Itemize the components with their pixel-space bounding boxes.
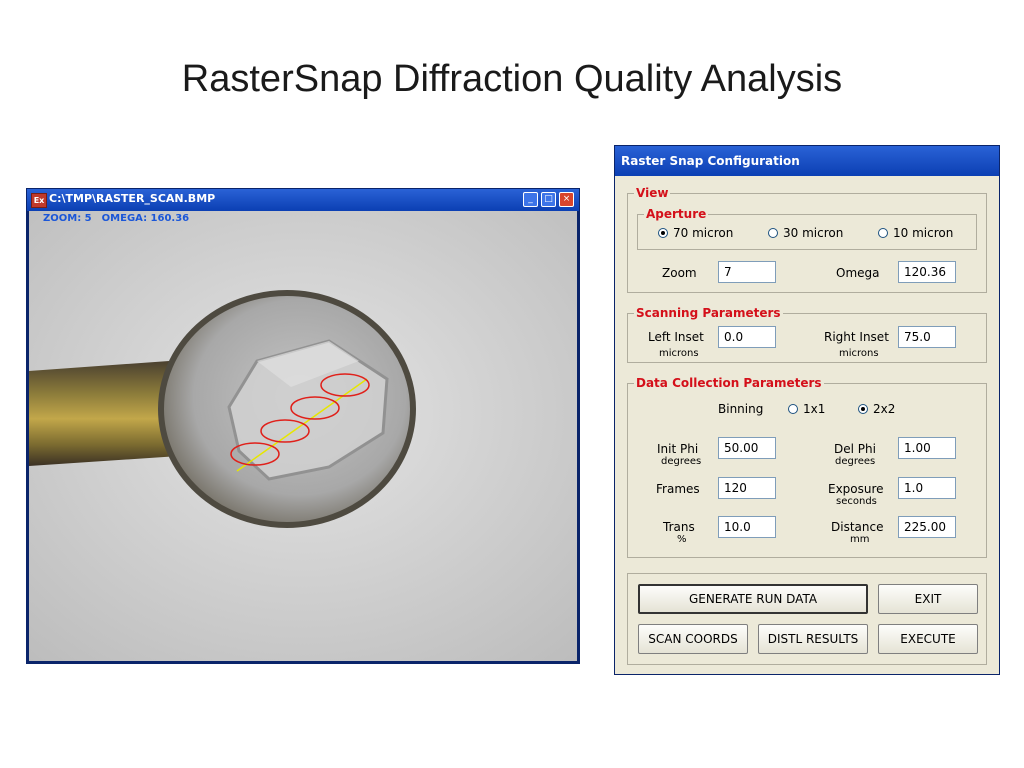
actions-group: GENERATE RUN DATA EXIT SCAN COORDS DISTL…	[627, 573, 987, 665]
radio-icon	[788, 404, 798, 414]
scanning-group-label: Scanning Parameters	[634, 306, 783, 320]
config-title: Raster Snap Configuration	[621, 154, 800, 168]
close-button[interactable]: ×	[559, 192, 574, 207]
aperture-70-radio[interactable]: 70 micron	[658, 226, 733, 240]
radio-icon	[878, 228, 888, 238]
omega-readout: OMEGA: 160.36	[101, 213, 190, 224]
trans-field[interactable]	[718, 516, 776, 538]
scan-coords-button[interactable]: SCAN COORDS	[638, 624, 748, 654]
aperture-group-label: Aperture	[644, 207, 709, 221]
config-titlebar[interactable]: Raster Snap Configuration	[615, 146, 999, 176]
aperture-group: Aperture 70 micron 30 micron 10 micron	[637, 207, 977, 250]
image-window-titlebar[interactable]: Ex C:\TMP\RASTER_SCAN.BMP _ □ ×	[27, 189, 579, 211]
scanning-group: Scanning Parameters Left Inset microns R…	[627, 306, 987, 363]
left-inset-unit: microns	[659, 348, 699, 359]
radio-selected-icon	[658, 228, 668, 238]
exposure-field[interactable]	[898, 477, 956, 499]
del-phi-unit: degrees	[835, 456, 876, 467]
aperture-10-label: 10 micron	[893, 226, 954, 240]
exposure-unit: seconds	[836, 496, 877, 507]
zoom-field[interactable]	[718, 261, 776, 283]
right-inset-unit: microns	[839, 348, 879, 359]
frames-label: Frames	[656, 482, 700, 496]
exposure-label: Exposure	[828, 482, 884, 496]
binning-1x1-label: 1x1	[803, 402, 826, 416]
view-group-label: View	[634, 186, 671, 200]
zoom-readout: ZOOM: 5	[43, 213, 92, 224]
data-collection-group-label: Data Collection Parameters	[634, 376, 824, 390]
distance-label: Distance	[831, 520, 884, 534]
init-phi-field[interactable]	[718, 437, 776, 459]
trans-unit: %	[677, 534, 687, 545]
left-inset-label: Left Inset	[648, 330, 704, 344]
slide-title: RasterSnap Diffraction Quality Analysis	[181, 58, 843, 100]
left-inset-field[interactable]	[718, 326, 776, 348]
aperture-70-label: 70 micron	[673, 226, 734, 240]
raster-snap-config-dialog: Raster Snap Configuration View Aperture …	[614, 145, 1000, 675]
del-phi-label: Del Phi	[834, 442, 876, 456]
image-window: Ex C:\TMP\RASTER_SCAN.BMP _ □ × ZOOM: 5 …	[26, 188, 580, 664]
binning-2x2-label: 2x2	[873, 402, 896, 416]
del-phi-field[interactable]	[898, 437, 956, 459]
aperture-30-label: 30 micron	[783, 226, 844, 240]
omega-label: Omega	[836, 266, 880, 280]
init-phi-label: Init Phi	[657, 442, 699, 456]
zoom-label: Zoom	[662, 266, 697, 280]
distl-results-button[interactable]: DISTL RESULTS	[758, 624, 868, 654]
binning-2x2-radio[interactable]: 2x2	[858, 402, 895, 416]
minimize-button[interactable]: _	[523, 192, 538, 207]
binning-1x1-radio[interactable]: 1x1	[788, 402, 825, 416]
execute-button[interactable]: EXECUTE	[878, 624, 978, 654]
crystal-image[interactable]: ZOOM: 5 OMEGA: 160.36	[29, 211, 577, 661]
init-phi-unit: degrees	[661, 456, 702, 467]
radio-icon	[768, 228, 778, 238]
image-overlay-readout: ZOOM: 5 OMEGA: 160.36	[43, 213, 199, 224]
right-inset-label: Right Inset	[824, 330, 889, 344]
frames-field[interactable]	[718, 477, 776, 499]
trans-label: Trans	[663, 520, 695, 534]
omega-field[interactable]	[898, 261, 956, 283]
app-icon: Ex	[31, 193, 47, 208]
crystal-image-graphic	[29, 211, 577, 661]
radio-selected-icon	[858, 404, 868, 414]
aperture-30-radio[interactable]: 30 micron	[768, 226, 843, 240]
binning-label: Binning	[718, 402, 764, 416]
data-collection-group: Data Collection Parameters Binning 1x1 2…	[627, 376, 987, 558]
distance-unit: mm	[850, 534, 870, 545]
distance-field[interactable]	[898, 516, 956, 538]
aperture-10-radio[interactable]: 10 micron	[878, 226, 953, 240]
image-window-title: C:\TMP\RASTER_SCAN.BMP	[49, 192, 216, 205]
view-group: View Aperture 70 micron 30 micron 10 mic…	[627, 186, 987, 293]
maximize-button[interactable]: □	[541, 192, 556, 207]
right-inset-field[interactable]	[898, 326, 956, 348]
generate-run-data-button[interactable]: GENERATE RUN DATA	[638, 584, 868, 614]
exit-button[interactable]: EXIT	[878, 584, 978, 614]
